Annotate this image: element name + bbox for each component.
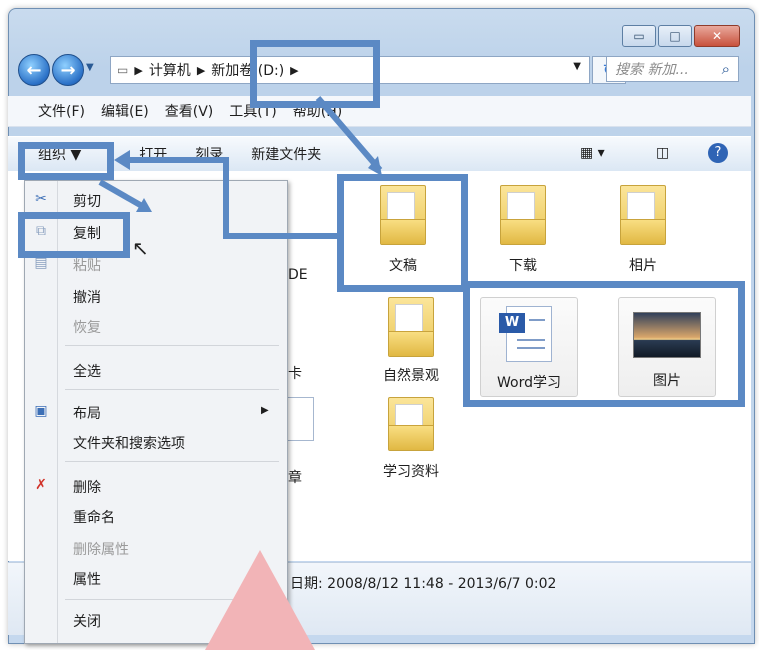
arrow-line	[98, 179, 144, 209]
arrow-line	[124, 157, 337, 239]
arrow-head	[114, 150, 130, 170]
annotation-arrows	[98, 96, 383, 239]
pointer-triangle	[205, 550, 315, 650]
arrow-line	[315, 96, 383, 172]
